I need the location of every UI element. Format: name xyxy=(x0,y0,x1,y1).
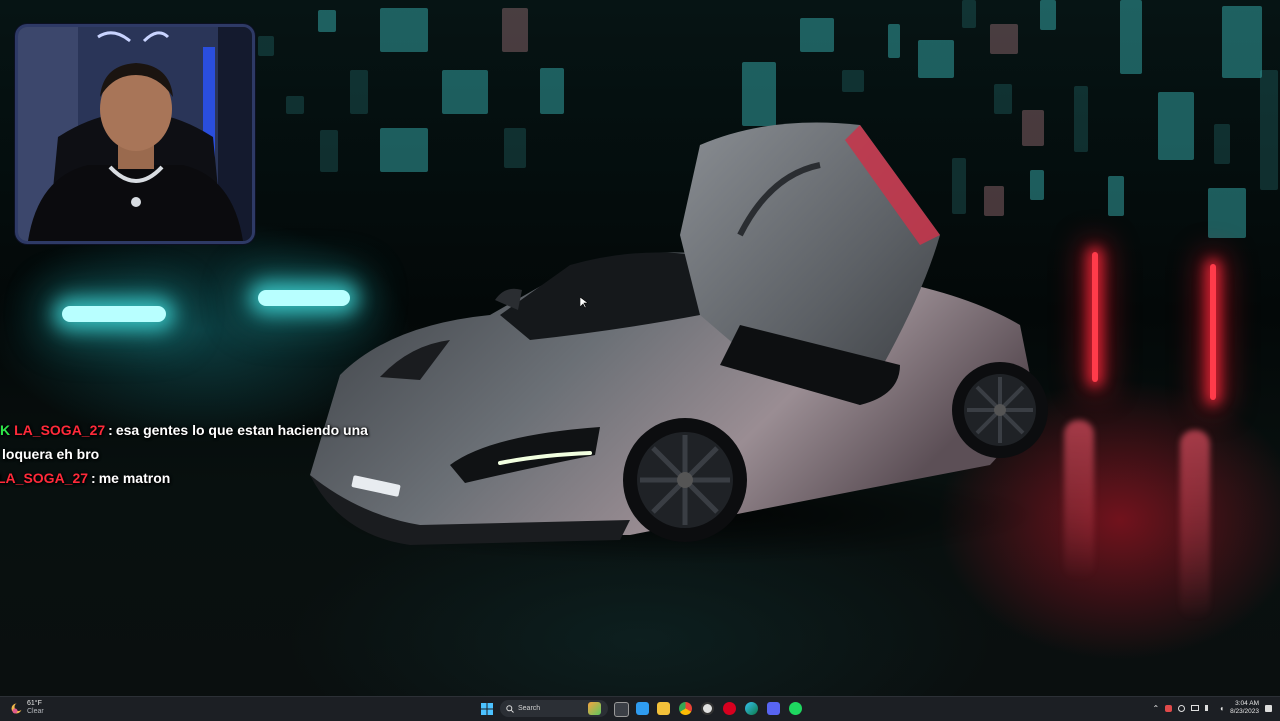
chat-badge-icon: K xyxy=(0,422,11,438)
search-icon xyxy=(506,704,514,713)
chat-message: K LA_SOGA_27: esa gentes lo que estan haci… xyxy=(0,418,380,442)
weather-condition: Clear xyxy=(27,708,44,715)
chat-message-text: esa gentes lo que estan haciendo una xyxy=(115,422,368,438)
spotify-icon[interactable] xyxy=(789,702,802,715)
wallpaper-tile xyxy=(318,10,336,32)
wallpaper-tile xyxy=(1040,0,1056,30)
file-explorer-icon[interactable] xyxy=(636,702,649,715)
search-placeholder: Search xyxy=(518,705,541,712)
discord-icon[interactable] xyxy=(767,702,780,715)
wallpaper-tile xyxy=(286,96,304,114)
red-floor-reflection xyxy=(1180,430,1210,620)
chat-username: LA_SOGA_27 xyxy=(0,470,89,486)
chevron-up-icon[interactable]: ⌃ xyxy=(1153,704,1160,713)
wallpaper-tile xyxy=(350,70,368,114)
system-tray: ⌃ ◖ 3:04 AM 8/23/2023 xyxy=(1153,700,1272,716)
wallpaper-tile xyxy=(1208,188,1246,238)
red-neon-light xyxy=(1092,252,1098,382)
weather-widget[interactable]: 61°F Clear xyxy=(10,700,44,716)
widget-app-icon[interactable] xyxy=(588,702,601,715)
wallpaper-tile xyxy=(918,40,954,78)
clock-date: 8/23/2023 xyxy=(1230,708,1259,715)
tray-app-icon[interactable] xyxy=(1165,704,1173,712)
clock[interactable]: 3:04 AM 8/23/2023 xyxy=(1230,700,1259,716)
wallpaper-tile xyxy=(994,84,1012,114)
red-floor-reflection xyxy=(1064,420,1094,580)
obs-icon[interactable] xyxy=(701,702,714,715)
chat-username: LA_SOGA_27 xyxy=(14,422,106,438)
chat-message-text: me matron xyxy=(98,470,171,486)
wallpaper-tile xyxy=(442,70,488,114)
wallpaper-tile xyxy=(1222,6,1262,78)
wallpaper-tile xyxy=(380,8,428,52)
weather-moon-icon xyxy=(11,702,23,713)
chrome-icon[interactable] xyxy=(679,702,692,715)
chat-separator: : xyxy=(108,422,113,438)
webcam-overlay xyxy=(15,24,255,244)
wallpaper-tile xyxy=(540,68,564,114)
supercar-image xyxy=(310,122,1048,565)
folder-icon[interactable] xyxy=(657,702,670,715)
wallpaper-tile xyxy=(502,8,528,52)
wallpaper-tile xyxy=(1260,70,1278,190)
taskbar: 61°F Clear Search ⌃ ◖ 3:04 AM 8/23/2023 xyxy=(0,696,1280,721)
mouse-cursor-icon xyxy=(580,297,588,309)
volume-icon[interactable]: ◖ xyxy=(1219,704,1224,713)
wallpaper-tile xyxy=(800,18,834,52)
wallpaper-tile xyxy=(1158,92,1194,160)
wallpaper-tile xyxy=(842,70,864,92)
stream-chat-overlay: K LA_SOGA_27: esa gentes lo que estan haci… xyxy=(0,418,380,490)
streamer-webcam-feed xyxy=(18,27,252,241)
clock-time: 3:04 AM xyxy=(1235,700,1259,707)
wallpaper-tile xyxy=(1074,86,1088,152)
display-icon[interactable] xyxy=(1191,705,1200,711)
wifi-icon[interactable] xyxy=(1205,705,1213,711)
red-neon-light xyxy=(1210,264,1216,400)
wallpaper-tile xyxy=(990,24,1018,54)
wallpaper-tile xyxy=(1108,176,1124,216)
opera-icon[interactable] xyxy=(723,702,736,715)
cyan-neon-light xyxy=(62,306,166,322)
weather-temperature: 61°F xyxy=(27,700,42,707)
wallpaper-tile xyxy=(258,36,274,56)
task-view-icon[interactable] xyxy=(614,702,629,717)
microphone-icon[interactable] xyxy=(1178,704,1186,712)
wallpaper-tile xyxy=(962,0,976,28)
wallpaper-tile xyxy=(1214,124,1230,164)
chat-separator: : xyxy=(91,470,96,486)
wallpaper-tile xyxy=(888,24,900,58)
chat-message: LA_SOGA_27: me matron xyxy=(0,466,380,490)
notification-icon[interactable] xyxy=(1265,704,1272,712)
windows-start-icon[interactable] xyxy=(480,702,494,716)
wallpaper-tile xyxy=(1120,0,1142,74)
chat-message-continuation: loquera eh bro xyxy=(2,446,100,462)
edge-icon[interactable] xyxy=(745,702,758,715)
